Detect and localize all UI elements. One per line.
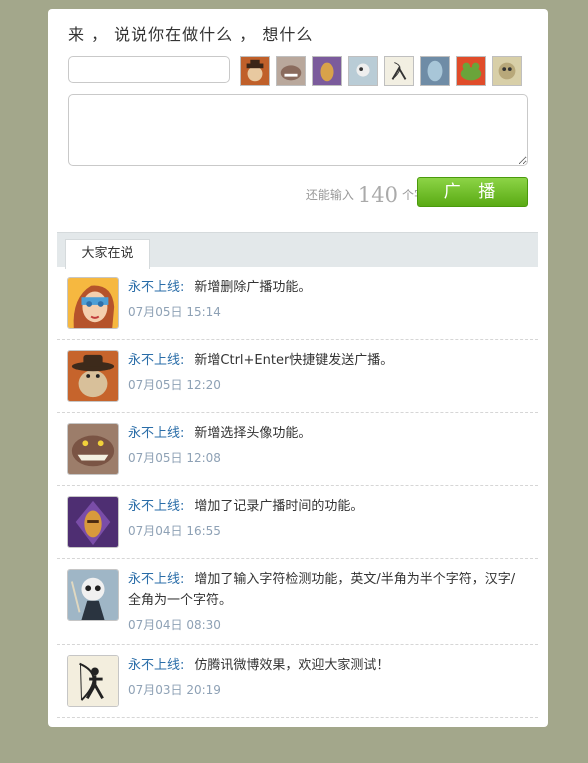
post-body: 永不上线: 新增删除广播功能。 07月05日 15:14 (128, 277, 526, 323)
post-author[interactable]: 永不上线: (128, 353, 184, 368)
post-time: 07月04日 16:55 (128, 524, 221, 538)
ghost-avatar-option[interactable] (420, 56, 450, 86)
wolf-avatar (67, 423, 119, 475)
list-item: 永不上线: 增加了记录广播时间的功能。 07月04日 16:55 (57, 486, 538, 559)
post-text: 新增Ctrl+Enter快捷键发送广播。 (194, 353, 394, 368)
post-text: 增加了输入字符检测功能，英文/半角为半个字符，汉字/全角为一个字符。 (128, 572, 516, 608)
skull-avatar-option[interactable] (348, 56, 378, 86)
post-body: 永不上线: 新增Ctrl+Enter快捷键发送广播。 07月05日 12:20 (128, 350, 526, 396)
post-author[interactable]: 永不上线: (128, 658, 184, 673)
post-time: 07月05日 15:14 (128, 305, 221, 319)
post-author[interactable]: 永不上线: (128, 499, 184, 514)
post-button[interactable]: 广 播 (417, 177, 528, 207)
frog-avatar-option[interactable] (456, 56, 486, 86)
wolf-avatar-option[interactable] (276, 56, 306, 86)
post-body: 永不上线: 新增选择头像功能。 07月05日 12:08 (128, 423, 526, 469)
monster-avatar-option[interactable] (492, 56, 522, 86)
message-input[interactable] (68, 94, 528, 166)
post-body: 永不上线: 仿腾讯微博效果，欢迎大家测试！ 07月03日 20:19 (128, 655, 526, 701)
post-time: 07月03日 20:19 (128, 683, 221, 697)
name-input[interactable] (68, 56, 230, 83)
post-time: 07月04日 08:30 (128, 618, 221, 632)
pirate-avatar-option[interactable] (240, 56, 270, 86)
char-counter: 还能输入 140 个字 (306, 183, 426, 207)
composer-prompt: 来 ， 说说你在做什么 ， 想什么 (68, 25, 314, 44)
post-text: 增加了记录广播时间的功能。 (194, 499, 364, 514)
skull-avatar (67, 569, 119, 621)
post-text: 仿腾讯微博效果，欢迎大家测试！ (194, 658, 390, 673)
post-author[interactable]: 永不上线: (128, 426, 184, 441)
post-time: 07月05日 12:20 (128, 378, 221, 392)
list-item: 永不上线: 增加了输入字符检测功能，英文/半角为半个字符，汉字/全角为一个字符。 … (57, 559, 538, 645)
tab-everyone-says[interactable]: 大家在说 (65, 239, 150, 269)
post-text: 新增选择头像功能。 (194, 426, 312, 441)
post-author[interactable]: 永不上线: (128, 572, 184, 587)
list-item: 永不上线: 仿腾讯微博效果，欢迎大家测试！ 07月03日 20:19 (57, 645, 538, 718)
knight-avatar-option[interactable] (312, 56, 342, 86)
post-body: 永不上线: 增加了记录广播时间的功能。 07月04日 16:55 (128, 496, 526, 542)
counter-prefix: 还能输入 (305, 188, 354, 202)
list-item: 永不上线: 新增删除广播功能。 07月05日 15:14 (57, 267, 538, 340)
archer-avatar-option[interactable] (384, 56, 414, 86)
knight-avatar (67, 496, 119, 548)
counter-value: 140 (357, 183, 398, 207)
feed-header: 大家在说 (57, 232, 538, 269)
post-time: 07月05日 12:08 (128, 451, 221, 465)
post-body: 永不上线: 增加了输入字符检测功能，英文/半角为半个字符，汉字/全角为一个字符。 … (128, 569, 526, 636)
archer-avatar (67, 655, 119, 707)
post-author[interactable]: 永不上线: (128, 280, 184, 295)
post-list: 永不上线: 新增删除广播功能。 07月05日 15:14 永不上线: 新增Ctrl+… (57, 267, 538, 718)
girl-avatar (67, 277, 119, 329)
post-card: 来 ， 说说你在做什么 ， 想什么 还能输入 140 个字 广 播 大家在说 永不上… (48, 9, 548, 727)
list-item: 永不上线: 新增选择头像功能。 07月05日 12:08 (57, 413, 538, 486)
pirate-avatar (67, 350, 119, 402)
list-item: 永不上线: 新增Ctrl+Enter快捷键发送广播。 07月05日 12:20 (57, 340, 538, 413)
post-text: 新增删除广播功能。 (194, 280, 312, 295)
